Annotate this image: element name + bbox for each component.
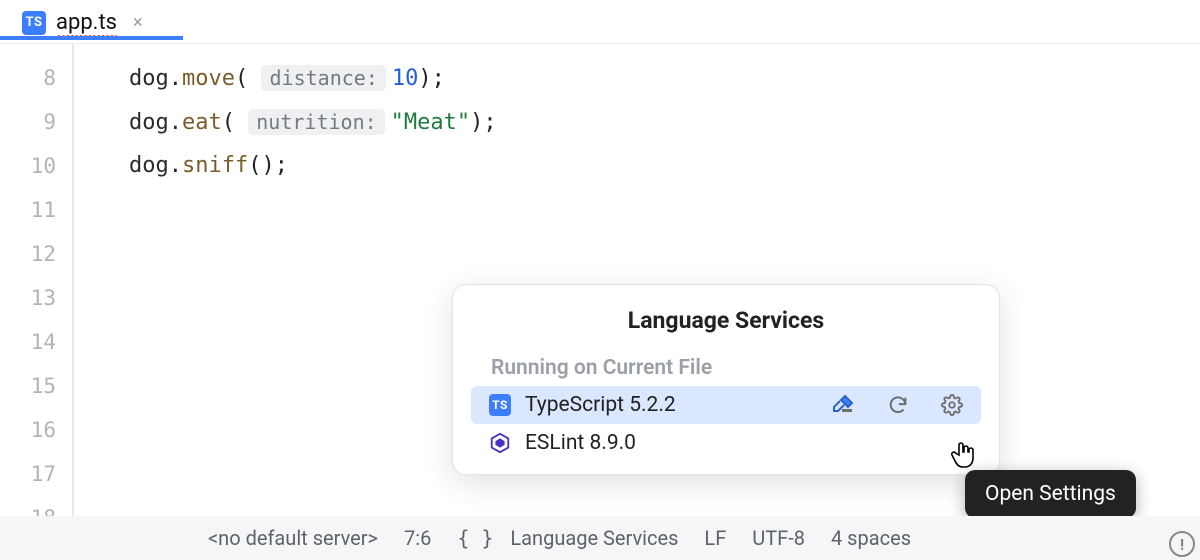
problems-indicator-icon[interactable]: ! [1169,531,1195,557]
compile-icon[interactable] [831,393,855,417]
file-tab[interactable]: TS app.ts × [0,4,163,39]
restart-icon[interactable] [887,394,909,416]
line-number: 13 [0,276,72,320]
tab-bar: TS app.ts × [0,0,1200,44]
inlay-hint: nutrition: [248,109,384,135]
status-caret-position[interactable]: 7:6 [404,526,431,550]
status-language-services[interactable]: { } Language Services [457,526,678,550]
status-bar: <no default server> 7:6 { } Language Ser… [0,516,1200,560]
line-number: 12 [0,232,72,276]
line-number-gutter: 8 9 10 11 12 13 14 15 16 17 18 [0,44,74,516]
status-indent[interactable]: 4 spaces [831,526,911,550]
service-row-eslint[interactable]: ESLint 8.9.0 [471,424,981,462]
status-encoding[interactable]: UTF-8 [752,526,805,550]
popup-title: Language Services [461,307,991,334]
line-number: 15 [0,364,72,408]
service-row-typescript[interactable]: TS TypeScript 5.2.2 [471,386,981,424]
line-number: 10 [0,144,72,188]
close-icon[interactable]: × [127,12,149,33]
code-line[interactable]: dog.eat( nutrition:"Meat"); [129,100,1200,144]
ts-file-icon: TS [22,11,46,35]
status-server[interactable]: <no default server> [208,526,378,550]
popup-section-header: Running on Current File [461,348,991,386]
inlay-hint: distance: [261,65,385,91]
line-number: 17 [0,452,72,496]
code-line[interactable]: dog.sniff(); [129,144,1200,188]
tooltip: Open Settings [965,470,1136,518]
service-name: TypeScript 5.2.2 [525,393,817,417]
line-number: 14 [0,320,72,364]
code-line[interactable]: dog.move( distance:10); [129,56,1200,100]
line-number: 9 [0,100,72,144]
active-tab-indicator [0,36,183,40]
language-services-popup: Language Services Running on Current Fil… [452,284,1000,475]
gear-icon[interactable] [941,394,963,416]
tab-filename: app.ts [56,10,117,35]
status-line-ending[interactable]: LF [704,526,726,550]
line-number: 8 [0,56,72,100]
ts-service-icon: TS [489,394,511,416]
line-number: 16 [0,408,72,452]
service-name: ESLint 8.9.0 [525,431,963,455]
line-number: 11 [0,188,72,232]
eslint-service-icon [489,432,511,454]
